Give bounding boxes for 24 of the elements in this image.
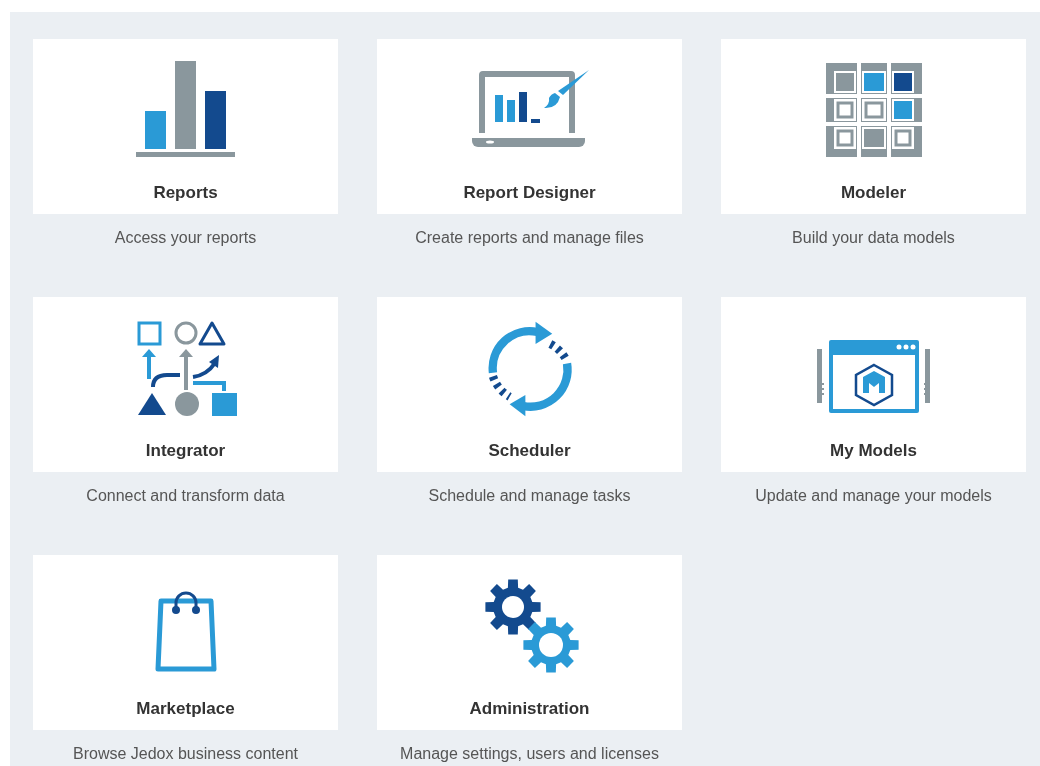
tile-title: Integrator (145, 440, 226, 462)
tile-title: Modeler (840, 182, 907, 204)
app-tile[interactable]: My Models (721, 297, 1026, 472)
tile-title: Scheduler (488, 440, 571, 462)
tile-description: Manage settings, users and licenses (400, 744, 659, 764)
app-tile[interactable]: Scheduler (377, 297, 682, 472)
tile-title: Reports (153, 182, 218, 204)
tile-description: Build your data models (792, 228, 955, 248)
tile-description: Connect and transform data (86, 486, 285, 506)
app-tile[interactable]: Modeler (721, 39, 1026, 214)
app-tile[interactable]: Administration (377, 555, 682, 730)
tile-title: Marketplace (136, 698, 235, 720)
app-tile[interactable]: Report Designer (377, 39, 682, 214)
tile-description: Create reports and manage files (415, 228, 644, 248)
tile-title: Report Designer (463, 182, 596, 204)
tile-title: Administration (469, 698, 590, 720)
tile-description: Schedule and manage tasks (428, 486, 631, 506)
tile-description: Access your reports (114, 228, 257, 248)
tile-description: Browse Jedox business content (73, 744, 298, 764)
app-tile[interactable]: Reports (33, 39, 338, 214)
tile-title: My Models (830, 440, 917, 462)
app-tile[interactable]: Marketplace (33, 555, 338, 730)
tile-description: Update and manage your models (755, 486, 992, 506)
app-tile[interactable]: Integrator (33, 297, 338, 472)
